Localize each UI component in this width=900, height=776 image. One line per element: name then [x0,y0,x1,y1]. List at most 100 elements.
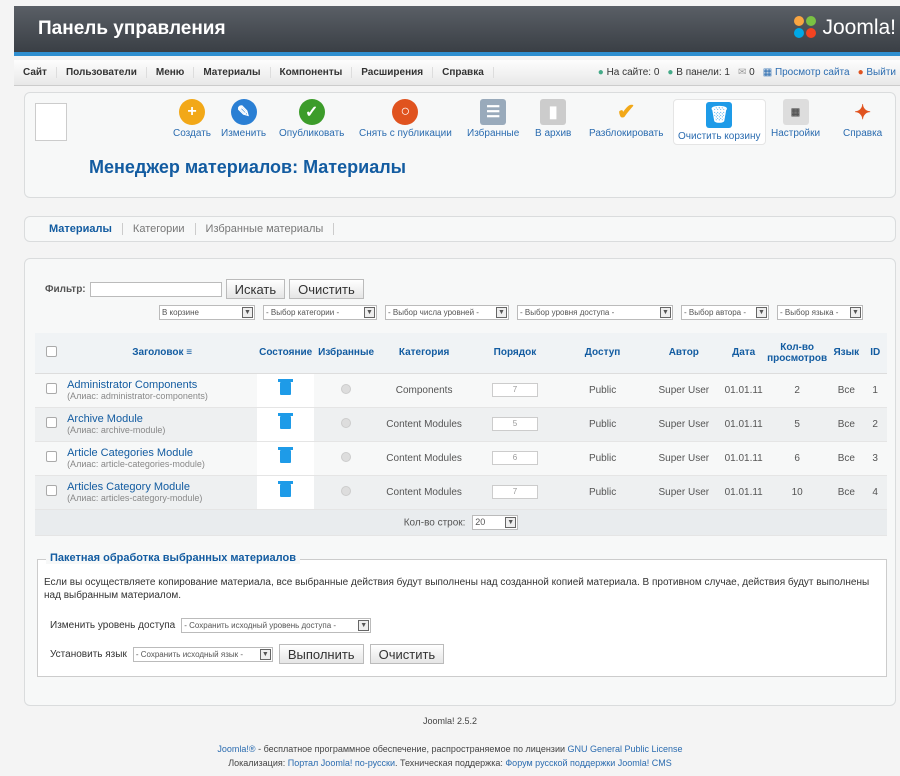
options-button[interactable]: ▦ Настройки [771,99,820,139]
order-input[interactable]: 7 [491,485,538,499]
pagination-row: Кол-во строк: 20 ▼ [35,509,887,536]
batch-access-row: Изменить уровень доступа - Сохранить исх… [50,618,372,633]
clear-button[interactable]: Очистить [289,279,364,299]
batch-run-button[interactable]: Выполнить [278,644,364,664]
archive-button[interactable]: ▮ В архив [535,99,571,139]
forum-link[interactable]: Форум русской поддержки Joomla! CMS [505,758,671,768]
article-title-link[interactable]: Archive Module [67,413,143,425]
tab-articles[interactable]: Материалы [39,223,123,235]
id-cell: 3 [863,441,887,476]
table-row: Article Categories Module (Алиас: article… [35,441,887,476]
articles-table-wrap: Заголовок ≡ Состояние Избранные Категори… [35,333,887,536]
col-id[interactable]: ID [863,333,887,374]
featured-toggle-icon[interactable] [341,451,352,462]
row-checkbox[interactable] [45,451,57,462]
menu-menus[interactable]: Меню [147,67,195,78]
empty-trash-button[interactable]: 🗑 Очистить корзину [673,99,766,145]
row-checkbox[interactable] [45,383,57,394]
featured-toggle-icon[interactable] [341,383,352,394]
article-title-link[interactable]: Administrator Components [67,379,197,391]
trash-icon: 🗑 [706,102,733,128]
order-input[interactable]: 6 [491,451,538,465]
menu-content[interactable]: Материалы [194,67,271,78]
joomla-link[interactable]: Joomla!® [217,744,255,754]
joomla-logo[interactable]: Joomla! [794,16,896,40]
batch-clear-button[interactable]: Очистить [369,644,445,664]
order-input[interactable]: 5 [491,417,538,431]
author-cell[interactable]: Super User [645,475,723,510]
featured-icon: ☰ [480,99,507,125]
col-language[interactable]: Язык [829,333,864,374]
category-cell: Content Modules [378,441,471,476]
articles-icon [35,103,67,141]
col-featured[interactable]: Избранные [314,333,379,374]
status-area: ● На сайте: 0 ● В панели: 1 ✉ 0 ▦ Просмо… [598,67,900,78]
state-select[interactable]: В корзине ▼ [159,305,255,320]
levels-select[interactable]: - Выбор числа уровней - ▼ [385,305,509,320]
tab-categories[interactable]: Категории [123,223,196,235]
rows-count-select[interactable]: 20 ▼ [472,514,519,530]
trashed-state-icon[interactable] [278,413,294,429]
publish-button[interactable]: ✓ Опубликовать [279,99,344,139]
author-cell[interactable]: Super User [645,407,723,442]
access-select[interactable]: - Выбор уровня доступа - ▼ [517,305,673,320]
new-button[interactable]: + Создать [173,99,211,139]
access-cell: Public [559,373,646,408]
author-cell[interactable]: Super User [645,373,723,408]
gpl-link[interactable]: GNU General Public License [568,744,683,754]
author-select[interactable]: - Выбор автора - ▼ [681,305,769,320]
col-title[interactable]: Заголовок ≡ [67,333,258,374]
hits-cell: 2 [765,373,830,408]
rows-count-label: Кол-во строк: [403,517,466,528]
batch-access-select[interactable]: - Сохранить исходный уровень доступа - ▼ [181,618,372,633]
article-title-link[interactable]: Articles Category Module [67,481,190,493]
search-button[interactable]: Искать [225,279,286,299]
trashed-state-icon[interactable] [278,379,294,395]
date-cell: 01.01.11 [722,407,766,442]
checkin-button[interactable]: ✔ Разблокировать [589,99,663,139]
author-cell[interactable]: Super User [645,441,723,476]
order-input[interactable]: 7 [491,383,538,397]
col-access[interactable]: Доступ [559,333,646,374]
view-site-link[interactable]: ▦ Просмотр сайта [763,67,850,78]
article-title-link[interactable]: Article Categories Module [67,447,193,459]
in-panel-count: ● В панели: 1 [667,67,730,78]
filter-search-input[interactable] [89,281,222,297]
col-category[interactable]: Категория [378,333,471,374]
unpublish-button[interactable]: ○ Снять с публикации [359,99,452,139]
batch-language-select[interactable]: - Сохранить исходный язык - ▼ [132,646,273,662]
messages-count[interactable]: ✉ 0 [738,67,755,78]
col-date[interactable]: Дата [722,333,766,374]
menu-users[interactable]: Пользователи [57,67,147,78]
menu-site[interactable]: Сайт [14,67,57,78]
trashed-state-icon[interactable] [278,447,294,463]
featured-button[interactable]: ☰ Избранные [467,99,519,139]
row-checkbox[interactable] [45,485,57,496]
check-all-checkbox[interactable] [45,345,57,357]
portal-link[interactable]: Портал Joomla! по-русски [288,758,395,768]
toolbar: + Создать ✎ Изменить ✓ Опубликовать ○ Снять … [24,92,896,198]
check-icon: ✓ [298,99,325,125]
version-label: Joomla! 2.5.2 [422,716,478,726]
category-cell: Components [378,373,471,408]
col-ordering[interactable]: Порядок [470,333,560,374]
logout-link[interactable]: ● Выйти [858,67,896,78]
col-state[interactable]: Состояние [257,333,315,374]
featured-toggle-icon[interactable] [341,417,352,428]
help-button[interactable]: ✦ Справка [843,99,882,140]
language-select[interactable]: - Выбор языка - ▼ [777,305,863,320]
tab-featured[interactable]: Избранные материалы [196,223,335,235]
menu-extensions[interactable]: Расширения [352,67,434,78]
menu-help[interactable]: Справка [433,67,494,78]
category-cell: Content Modules [378,475,471,510]
edit-button[interactable]: ✎ Изменить [221,99,266,139]
row-checkbox[interactable] [45,417,57,428]
menu-components[interactable]: Компоненты [271,67,353,78]
trashed-state-icon[interactable] [278,481,294,497]
featured-toggle-icon[interactable] [341,485,352,496]
id-cell: 4 [863,475,887,510]
category-select[interactable]: - Выбор категории - ▼ [263,305,377,320]
col-author[interactable]: Автор [645,333,723,374]
col-hits[interactable]: Кол-во просмотров [765,333,830,374]
plus-icon: + [179,99,205,125]
